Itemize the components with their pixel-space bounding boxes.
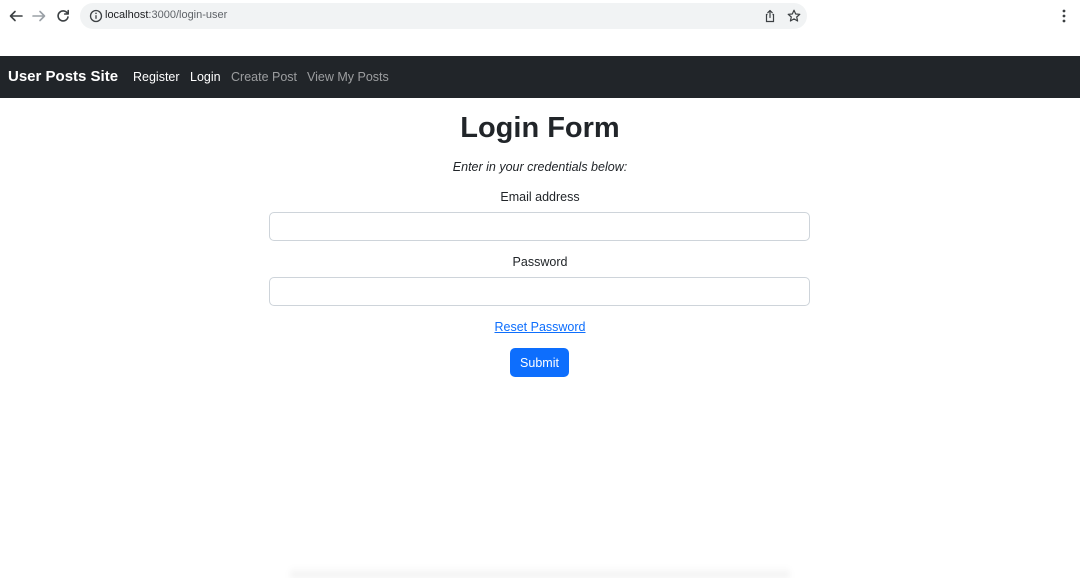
- form-subtitle: Enter in your credentials below:: [452, 160, 628, 174]
- kebab-menu-icon[interactable]: [1056, 7, 1072, 25]
- url-path: :3000/login-user: [148, 9, 228, 21]
- reset-password-row: Reset Password: [0, 320, 1080, 334]
- url-text: localhost:3000/login-user: [105, 9, 227, 21]
- share-icon[interactable]: [763, 9, 777, 23]
- nav-link-login[interactable]: Login: [190, 70, 221, 84]
- main-content: Login Form Enter in your credentials bel…: [0, 98, 1080, 578]
- back-arrow-icon[interactable]: [6, 6, 26, 26]
- nav-link-create-post[interactable]: Create Post: [231, 70, 297, 84]
- info-icon[interactable]: [88, 8, 104, 24]
- email-field[interactable]: [269, 212, 810, 241]
- bottom-shadow: [290, 566, 790, 578]
- nav-link-view-my-posts[interactable]: View My Posts: [307, 70, 389, 84]
- url-host: localhost: [105, 9, 149, 21]
- page-title: Login Form: [460, 112, 620, 144]
- browser-chrome: localhost:3000/login-user: [0, 0, 1080, 56]
- email-label: Email address: [500, 190, 580, 204]
- submit-button[interactable]: Submit: [510, 348, 569, 377]
- reset-password-link[interactable]: Reset Password: [494, 320, 585, 334]
- reload-icon[interactable]: [53, 6, 73, 26]
- forward-arrow-icon[interactable]: [29, 6, 49, 26]
- password-label: Password: [512, 255, 568, 269]
- site-brand[interactable]: User Posts Site: [8, 68, 118, 85]
- address-bar[interactable]: localhost:3000/login-user: [80, 3, 807, 29]
- nav-link-register[interactable]: Register: [133, 70, 180, 84]
- star-icon[interactable]: [786, 8, 802, 24]
- password-field[interactable]: [269, 277, 810, 306]
- site-navbar: User Posts Site Register Login Create Po…: [0, 56, 1080, 98]
